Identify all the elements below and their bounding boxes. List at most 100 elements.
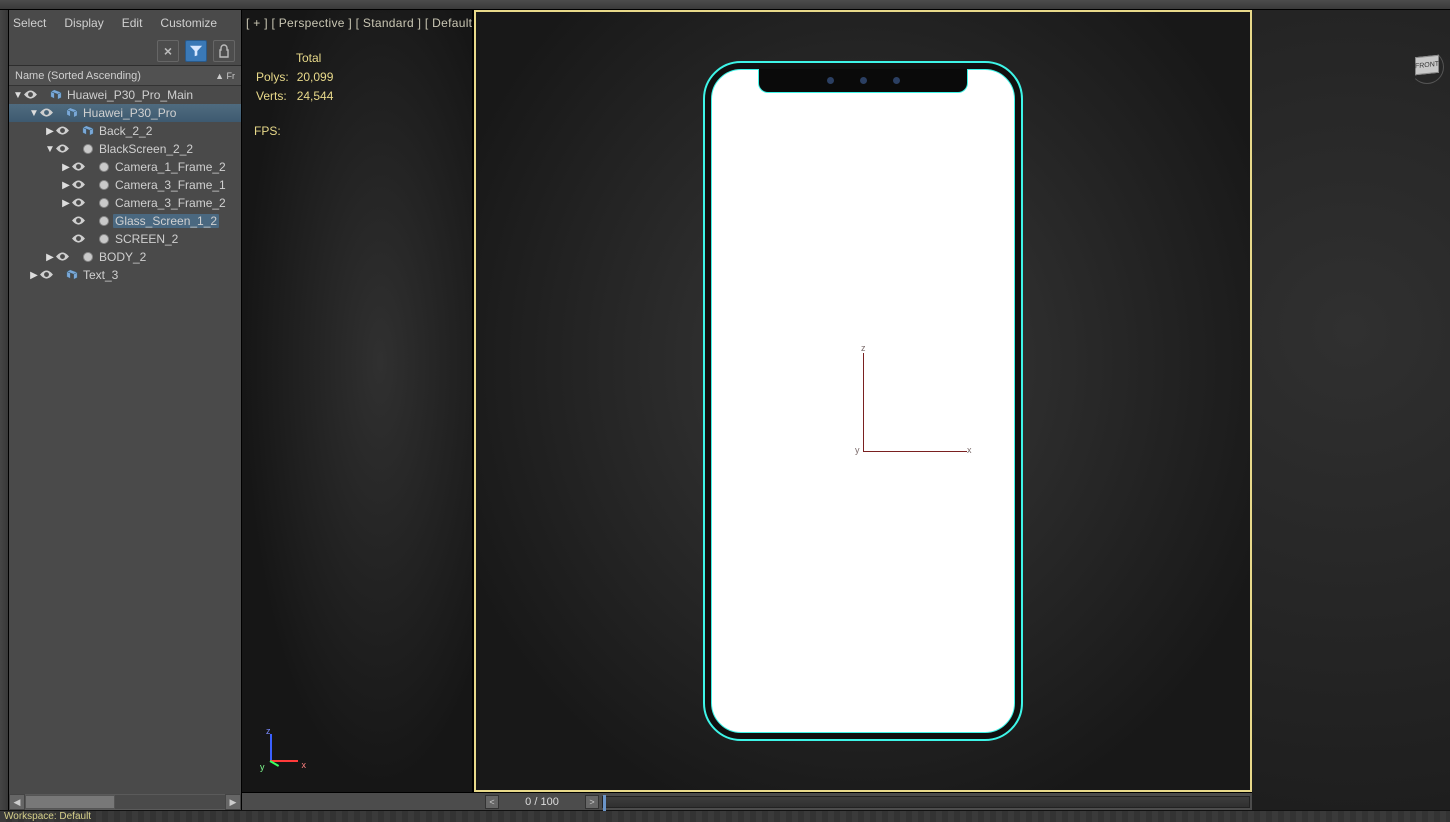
right-viewport-strip: FRONT (1252, 10, 1450, 810)
tree-item-label: Huawei_P30_Pro_Main (65, 88, 195, 102)
tree-row-screen-2[interactable]: SCREEN_2 (9, 230, 241, 248)
timeline-track[interactable] (602, 796, 1250, 808)
visibility-eye-icon[interactable] (55, 124, 69, 138)
stats-header: Total (296, 50, 341, 67)
visibility-eye-icon[interactable] (71, 232, 85, 246)
scene-tree[interactable]: ▼ Huawei_P30_Pro_Main ▼ Huawei_P30_Pro ▶ Back… (9, 86, 241, 794)
menu-display[interactable]: Display (64, 16, 103, 30)
expand-toggle[interactable]: ▶ (61, 180, 71, 191)
visibility-eye-icon[interactable] (55, 142, 69, 156)
menu-edit[interactable]: Edit (122, 16, 143, 30)
tree-row-camera-1-frame-2[interactable]: ▶Camera_1_Frame_2 (9, 158, 241, 176)
tree-item-label: BlackScreen_2_2 (97, 142, 195, 156)
notch-sensor-icon (893, 77, 900, 84)
axis-y-label: y (260, 762, 265, 772)
geometry-icon (97, 234, 111, 244)
scene-explorer-header[interactable]: Name (Sorted Ascending) ▲ Fr (9, 66, 241, 86)
geometry-icon (97, 216, 111, 226)
expand-toggle[interactable]: ▶ (61, 198, 71, 209)
expand-toggle[interactable]: ▶ (29, 270, 39, 281)
phone-notch (758, 69, 968, 93)
axis-z-label: z (266, 726, 271, 736)
scroll-thumb[interactable] (25, 795, 115, 809)
visibility-eye-icon[interactable] (23, 88, 37, 102)
visibility-eye-icon[interactable] (55, 250, 69, 264)
visibility-eye-icon[interactable] (71, 214, 85, 228)
tree-item-label: Back_2_2 (97, 124, 154, 138)
geometry-icon (81, 252, 95, 262)
close-icon: × (164, 43, 172, 59)
timeline-position: 0 / 100 (500, 796, 584, 808)
sort-indicator-icon: ▲ Fr (215, 71, 235, 81)
timeline-bar[interactable]: < 0 / 100 > (242, 792, 1252, 810)
tree-row-huawei-p30-pro-main[interactable]: ▼ Huawei_P30_Pro_Main (9, 86, 241, 104)
lock-button[interactable] (213, 40, 235, 62)
geometry-icon (97, 162, 111, 172)
tree-row-back-2-2[interactable]: ▶ Back_2_2 (9, 122, 241, 140)
viewport-stats: Total Polys:20,099 Verts:24,544 FPS: (254, 50, 341, 140)
scene-explorer-tools: × (9, 36, 241, 66)
notch-sensor-icon (827, 77, 834, 84)
main-area: Select Display Edit Customize × Name (So… (0, 10, 1450, 810)
timeline-prev-button[interactable]: < (485, 795, 499, 809)
viewcube-face[interactable]: FRONT (1415, 55, 1439, 76)
timeline-left-pad (242, 793, 484, 810)
geometry-icon (81, 144, 95, 154)
geometry-icon (97, 198, 111, 208)
tree-row-blackscreen-2-2[interactable]: ▼ BlackScreen_2_2 (9, 140, 241, 158)
tree-row-camera-3-frame-1[interactable]: ▶Camera_3_Frame_1 (9, 176, 241, 194)
expand-toggle[interactable]: ▶ (45, 252, 55, 263)
filter-button[interactable] (185, 40, 207, 62)
tree-row-body-2[interactable]: ▶ BODY_2 (9, 248, 241, 266)
expand-toggle[interactable]: ▶ (61, 162, 71, 173)
timeline-marker[interactable] (603, 795, 606, 811)
tree-item-label: Glass_Screen_1_2 (113, 214, 219, 228)
scroll-right-button[interactable]: ▶ (225, 794, 241, 810)
axis-gizmo: z x y (260, 726, 306, 772)
viewport-main-pane[interactable]: z x y (474, 10, 1252, 792)
menu-select[interactable]: Select (13, 16, 46, 30)
tree-row-text-3[interactable]: ▶Text_3 (9, 266, 241, 284)
visibility-eye-icon[interactable] (71, 178, 85, 192)
workspace-label: Workspace: Default (4, 811, 91, 822)
expand-toggle[interactable]: ▶ (45, 126, 55, 137)
group-icon (49, 89, 63, 101)
polys-value: 20,099 (297, 69, 340, 86)
group-icon (65, 269, 79, 281)
visibility-eye-icon[interactable] (39, 268, 53, 282)
visibility-eye-icon[interactable] (39, 106, 53, 120)
scene-explorer-panel: Select Display Edit Customize × Name (So… (9, 10, 242, 810)
tree-item-label: BODY_2 (97, 250, 148, 264)
expand-toggle[interactable]: ▼ (13, 90, 23, 101)
main-toolbar[interactable] (0, 0, 1450, 10)
viewcube[interactable]: FRONT (1410, 50, 1444, 84)
axis-x-label: x (302, 760, 307, 770)
status-bar: Workspace: Default (0, 810, 1450, 822)
timeline-next-button[interactable]: > (585, 795, 599, 809)
clear-filter-button[interactable]: × (157, 40, 179, 62)
tree-row-huawei-p30-pro[interactable]: ▼ Huawei_P30_Pro (9, 104, 241, 122)
fps-label: FPS: (254, 123, 341, 140)
tree-item-label: SCREEN_2 (113, 232, 180, 246)
tree-item-label: Huawei_P30_Pro (81, 106, 178, 120)
viewport-area: [ + ] [ Perspective ] [ Standard ] [ Def… (242, 10, 1252, 810)
expand-toggle[interactable]: ▼ (45, 144, 55, 155)
visibility-eye-icon[interactable] (71, 160, 85, 174)
viewport-split: [ + ] [ Perspective ] [ Standard ] [ Def… (242, 10, 1252, 792)
viewport-left-pane[interactable]: [ + ] [ Perspective ] [ Standard ] [ Def… (242, 10, 474, 792)
group-icon (65, 107, 79, 119)
tree-row-glass-screen-1-2[interactable]: Glass_Screen_1_2 (9, 212, 241, 230)
scroll-left-button[interactable]: ◀ (9, 794, 25, 810)
tree-row-camera-3-frame-2[interactable]: ▶ Camera_3_Frame_2 (9, 194, 241, 212)
menu-customize[interactable]: Customize (160, 16, 217, 30)
left-dock-strip[interactable] (0, 10, 9, 810)
group-icon (81, 125, 95, 137)
visibility-eye-icon[interactable] (71, 196, 85, 210)
scroll-track[interactable] (25, 795, 225, 809)
scene-explorer-menubar: Select Display Edit Customize (9, 10, 241, 36)
scene-tree-hscrollbar[interactable]: ◀ ▶ (9, 794, 241, 810)
phone-screen (711, 69, 1015, 733)
tree-item-label: Camera_3_Frame_2 (113, 196, 228, 210)
geometry-icon (97, 180, 111, 190)
expand-toggle[interactable]: ▼ (29, 108, 39, 119)
